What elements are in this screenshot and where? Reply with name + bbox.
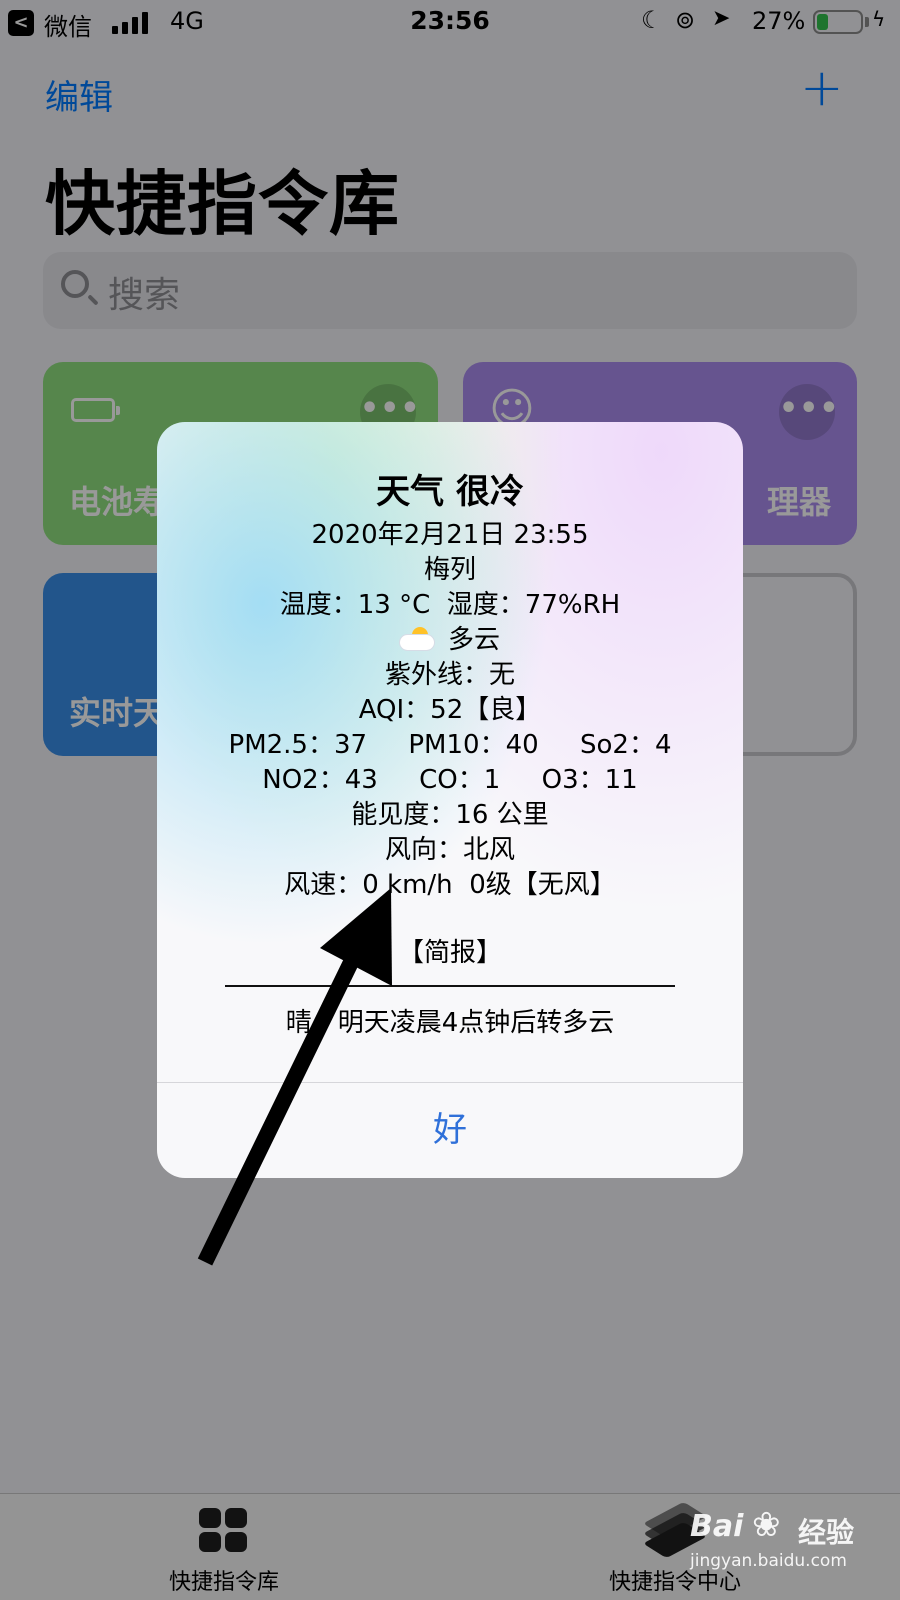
watermark-logo: Bai ❀ 经验 jingyan.baidu.com — [690, 1505, 890, 1585]
condition-line: 多云 — [157, 623, 743, 658]
forecast-summary: 晴，明天凌晨4点钟后转多云 — [285, 1008, 615, 1038]
partly-cloudy-icon — [399, 627, 436, 651]
wind-speed-line: 风速：0 km/h 0级【无风】 — [284, 870, 616, 900]
wind-direction-line: 风向：北风 — [384, 835, 515, 865]
watermark-brand-cn: 经验 — [798, 1516, 855, 1549]
date-line: 2020年2月21日 23:55 — [311, 520, 589, 550]
gas-line: NO2：43 CO：1 O3：11 — [262, 765, 638, 795]
condition-text: 多云 — [447, 625, 500, 655]
weather-alert: 天气 很冷 2020年2月21日 23:55 梅列 温度：13 °C 湿度：77… — [157, 422, 743, 1178]
alert-message: 2020年2月21日 23:55 梅列 温度：13 °C 湿度：77%RH 多云… — [157, 518, 743, 903]
divider — [225, 985, 675, 987]
paw-icon: ❀ — [752, 1505, 781, 1545]
ok-button[interactable]: 好 — [157, 1083, 743, 1178]
uv-line: 紫外线：无 — [384, 660, 515, 690]
aqi-line: AQI：52【良】 — [358, 695, 542, 725]
location-line: 梅列 — [423, 555, 476, 585]
visibility-line: 能见度：16 公里 — [351, 800, 549, 830]
temperature-line: 温度：13 °C 湿度：77%RH — [279, 590, 621, 620]
brief-heading: 【简报】 — [397, 938, 502, 968]
watermark-brand: Bai — [690, 1509, 744, 1544]
pm-line: PM2.5：37 PM10：40 So2：4 — [228, 730, 672, 760]
watermark-url: jingyan.baidu.com — [690, 1551, 847, 1571]
alert-title: 天气 很冷 — [376, 472, 524, 512]
